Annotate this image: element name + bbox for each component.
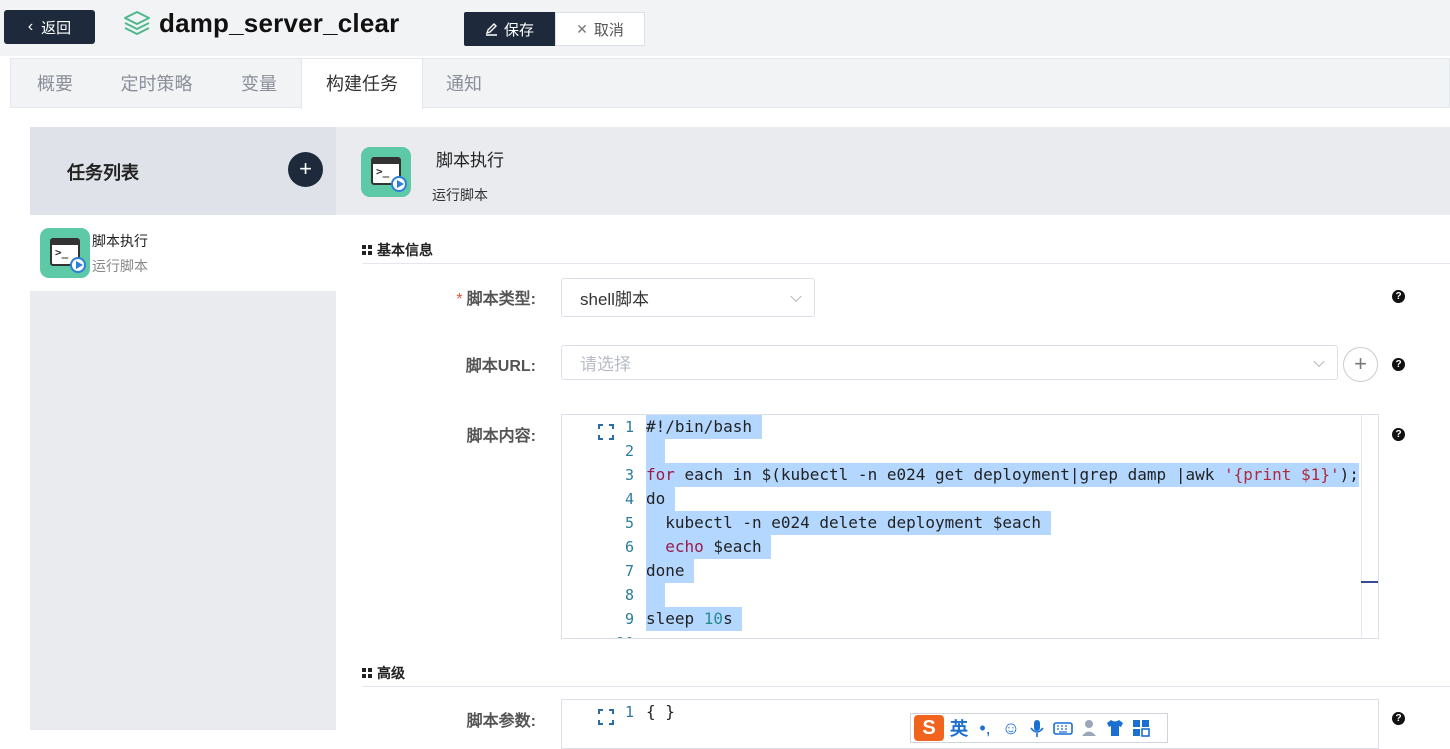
line-number: 10 bbox=[602, 631, 634, 638]
back-button[interactable]: ‹ 返回 bbox=[4, 10, 95, 44]
editor-scrollbar[interactable] bbox=[1361, 415, 1378, 638]
line-text: do bbox=[646, 487, 675, 511]
task-item-desc: 运行脚本 bbox=[92, 258, 148, 274]
section-advanced: 高级 bbox=[362, 663, 405, 683]
tab-bar: 概要 定时策略 变量 构建任务 通知 bbox=[10, 58, 1450, 109]
script-type-label-text: 脚本类型: bbox=[466, 291, 536, 308]
script-content-editor[interactable]: 1 #!/bin/bash 2 3 for each in $(kubectl -n… bbox=[561, 414, 1379, 639]
emoji-icon[interactable]: ☺ bbox=[1000, 718, 1022, 739]
line-text: kubectl -n e024 delete deployment $each bbox=[646, 511, 1051, 535]
close-icon: ✕ bbox=[576, 20, 588, 37]
line-number: 2 bbox=[624, 442, 634, 460]
section-advanced-title: 高级 bbox=[377, 665, 405, 681]
edit-icon bbox=[485, 23, 497, 36]
line-text bbox=[646, 583, 666, 607]
line-number: 6 bbox=[624, 538, 634, 556]
plus-icon: + bbox=[1354, 351, 1367, 376]
grid-icon bbox=[362, 668, 372, 678]
tab-overview[interactable]: 概要 bbox=[11, 59, 99, 108]
line-number: 7 bbox=[624, 562, 634, 580]
help-icon[interactable]: ? bbox=[1392, 358, 1405, 371]
line-number: 5 bbox=[624, 514, 634, 532]
chevron-left-icon: ‹ bbox=[27, 18, 34, 35]
script-url-label: 脚本URL: bbox=[465, 358, 536, 375]
tab-variables[interactable]: 变量 bbox=[214, 59, 304, 108]
line-number: 1 bbox=[624, 703, 634, 721]
ime-mode-toggle[interactable]: 英 bbox=[948, 715, 970, 741]
line-number: 9 bbox=[624, 610, 634, 628]
tab-schedule[interactable]: 定时策略 bbox=[99, 59, 214, 108]
plus-icon: + bbox=[299, 156, 312, 181]
line-number: 4 bbox=[624, 490, 634, 508]
keyboard-icon[interactable] bbox=[1052, 717, 1074, 739]
help-icon[interactable]: ? bbox=[1392, 428, 1405, 441]
line-number: 8 bbox=[624, 586, 634, 604]
required-mark: * bbox=[456, 291, 463, 308]
cancel-button[interactable]: ✕ 取消 bbox=[555, 12, 645, 46]
line-text: sleep 10s bbox=[646, 607, 743, 631]
script-type-select[interactable]: shell脚本 bbox=[561, 278, 815, 317]
task-detail-header: >_ 脚本执行 运行脚本 bbox=[336, 127, 1450, 215]
task-list-header: 任务列表 + bbox=[30, 127, 336, 215]
page-title: damp_server_clear bbox=[159, 8, 400, 38]
task-list-panel: 任务列表 + >_ 脚本执行 运行脚本 bbox=[30, 127, 336, 730]
line-number: 3 bbox=[624, 466, 634, 484]
task-item-name: 脚本执行 bbox=[92, 233, 148, 249]
tab-build-tasks[interactable]: 构建任务 bbox=[301, 59, 423, 109]
line-text: echo $each bbox=[646, 535, 772, 559]
help-icon[interactable]: ? bbox=[1392, 290, 1405, 303]
cancel-button-label: 取消 bbox=[593, 21, 624, 39]
user-icon[interactable] bbox=[1078, 717, 1100, 739]
layers-icon bbox=[124, 11, 150, 35]
grid-icon bbox=[362, 245, 372, 255]
add-url-button[interactable]: + bbox=[1343, 347, 1378, 382]
microphone-icon[interactable] bbox=[1026, 717, 1048, 739]
help-icon[interactable]: ? bbox=[1392, 712, 1405, 725]
add-task-button[interactable]: + bbox=[288, 152, 323, 187]
save-button[interactable]: 保存 bbox=[464, 12, 555, 46]
chevron-down-icon bbox=[1313, 355, 1325, 367]
sogou-logo-icon[interactable]: S bbox=[914, 715, 944, 741]
divider bbox=[362, 263, 1450, 264]
back-button-label: 返回 bbox=[41, 19, 72, 37]
line-number: 1 bbox=[624, 418, 634, 436]
line-text: { } bbox=[646, 702, 675, 721]
save-button-label: 保存 bbox=[503, 21, 534, 39]
task-list-title: 任务列表 bbox=[67, 163, 139, 183]
task-list-item[interactable]: >_ 脚本执行 运行脚本 bbox=[30, 215, 336, 291]
line-text: #!/bin/bash bbox=[646, 415, 762, 439]
scrollbar-marker bbox=[1361, 581, 1378, 583]
top-bar: ‹ 返回 damp_server_clear 保存 ✕ 取消 bbox=[0, 0, 1450, 56]
line-text bbox=[646, 439, 666, 463]
ime-toolbar: S 英 •, ☺ bbox=[910, 713, 1168, 743]
script-params-label: 脚本参数: bbox=[466, 713, 536, 730]
script-content-label: 脚本内容: bbox=[466, 428, 536, 445]
line-text: for each in $(kubectl -n e024 get deploy… bbox=[646, 463, 1359, 487]
section-basic-title: 基本信息 bbox=[377, 242, 433, 258]
divider bbox=[362, 686, 1450, 687]
task-detail-name: 脚本执行 bbox=[436, 151, 504, 170]
chevron-down-icon bbox=[790, 290, 802, 302]
apps-grid-icon[interactable] bbox=[1130, 717, 1152, 739]
task-detail-desc: 运行脚本 bbox=[432, 187, 488, 203]
script-url-placeholder: 请选择 bbox=[580, 355, 631, 374]
terminal-icon: >_ bbox=[361, 147, 411, 197]
line-text: done bbox=[646, 559, 695, 583]
terminal-icon: >_ bbox=[40, 228, 90, 278]
tab-notify[interactable]: 通知 bbox=[423, 59, 505, 108]
script-type-value: shell脚本 bbox=[580, 290, 649, 309]
skin-shirt-icon[interactable] bbox=[1104, 717, 1126, 739]
section-basic-info: 基本信息 bbox=[362, 240, 433, 260]
script-url-select[interactable]: 请选择 bbox=[561, 345, 1338, 380]
script-type-label: * 脚本类型: bbox=[336, 285, 536, 309]
ime-punctuation-toggle[interactable]: •, bbox=[974, 718, 996, 739]
